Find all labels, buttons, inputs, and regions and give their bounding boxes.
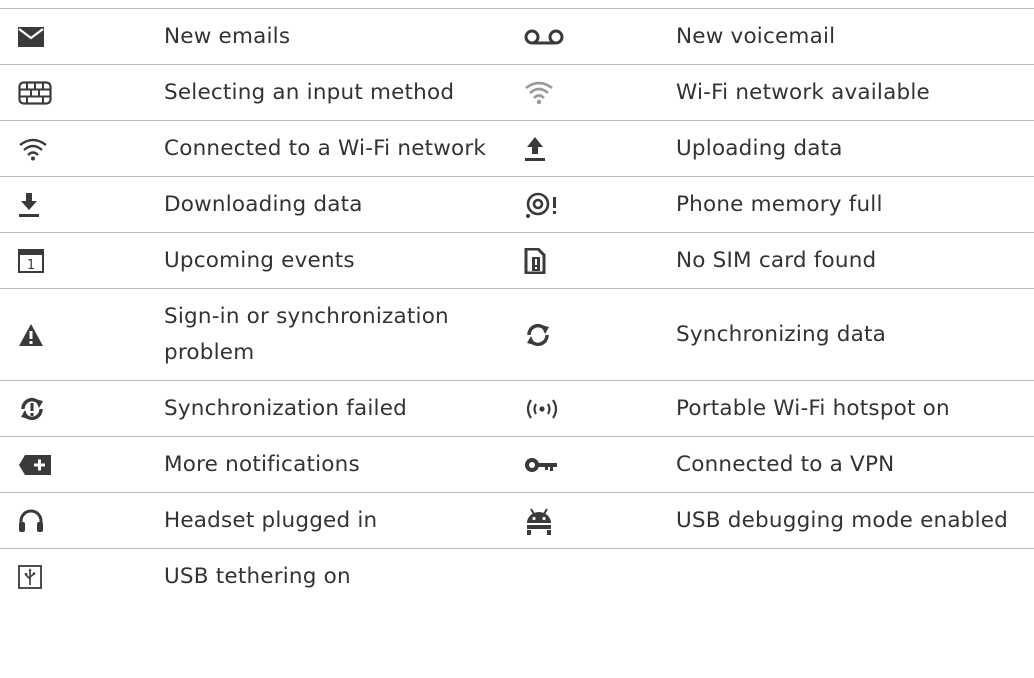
more-notifications-icon <box>18 437 58 492</box>
voicemail-icon <box>524 9 564 64</box>
memory-full-icon <box>524 177 564 232</box>
table-row: More notifications Connected to a VPN <box>0 436 1034 492</box>
wifi-available-icon <box>524 65 564 120</box>
row-label: Phone memory full <box>676 191 883 217</box>
table-row: Connected to a Wi-Fi network Uploading d… <box>0 120 1034 176</box>
envelope-icon <box>18 9 58 64</box>
row-label: Connected to a VPN <box>676 451 895 477</box>
table-row: 1 Upcoming events No SIM card found <box>0 232 1034 288</box>
table-row: Synchronization failed Portable Wi-Fi ho… <box>0 380 1034 436</box>
table-row: Downloading data Phone memory full <box>0 176 1034 232</box>
hotspot-icon <box>524 381 564 436</box>
warning-icon <box>18 289 58 380</box>
row-label: USB tethering on <box>164 563 351 589</box>
vpn-key-icon <box>524 437 564 492</box>
row-label: Uploading data <box>676 135 843 161</box>
table-row: Sign-in or synchronization problem Synch… <box>0 288 1034 380</box>
svg-text:1: 1 <box>27 258 35 273</box>
no-sim-icon <box>524 233 564 288</box>
row-label: No SIM card found <box>676 247 877 273</box>
table-row: Selecting an input method Wi-Fi network … <box>0 64 1034 120</box>
headset-icon <box>18 493 58 548</box>
usb-tethering-icon <box>18 549 58 604</box>
row-label: Synchronizing data <box>676 321 886 347</box>
android-debug-icon <box>524 493 564 548</box>
table-row: USB tethering on <box>0 548 1034 604</box>
table-row: New emails New voicemail <box>0 8 1034 64</box>
row-label: New emails <box>164 23 291 49</box>
row-label: USB debugging mode enabled <box>676 507 1009 533</box>
row-label: More notifications <box>164 451 360 477</box>
row-label: Portable Wi-Fi hotspot on <box>676 395 950 421</box>
row-label: Selecting an input method <box>164 79 455 105</box>
calendar-icon: 1 <box>18 233 58 288</box>
row-label: New voicemail <box>676 23 836 49</box>
download-icon <box>18 177 58 232</box>
row-label: Synchronization failed <box>164 395 408 421</box>
row-label: Upcoming events <box>164 247 355 273</box>
row-label: Sign-in or synchronization problem <box>164 303 449 365</box>
wifi-connected-icon <box>18 121 58 176</box>
sync-icon <box>524 289 564 380</box>
status-icons-table: New emails New voicemail Selecting an in… <box>0 8 1034 604</box>
row-label: Downloading data <box>164 191 363 217</box>
upload-icon <box>524 121 564 176</box>
table-row: Headset plugged in USB debugging mode en… <box>0 492 1034 548</box>
keyboard-icon <box>18 65 58 120</box>
row-label: Wi-Fi network available <box>676 79 930 105</box>
row-label: Connected to a Wi-Fi network <box>164 135 487 161</box>
sync-failed-icon <box>18 381 58 436</box>
row-label: Headset plugged in <box>164 507 378 533</box>
